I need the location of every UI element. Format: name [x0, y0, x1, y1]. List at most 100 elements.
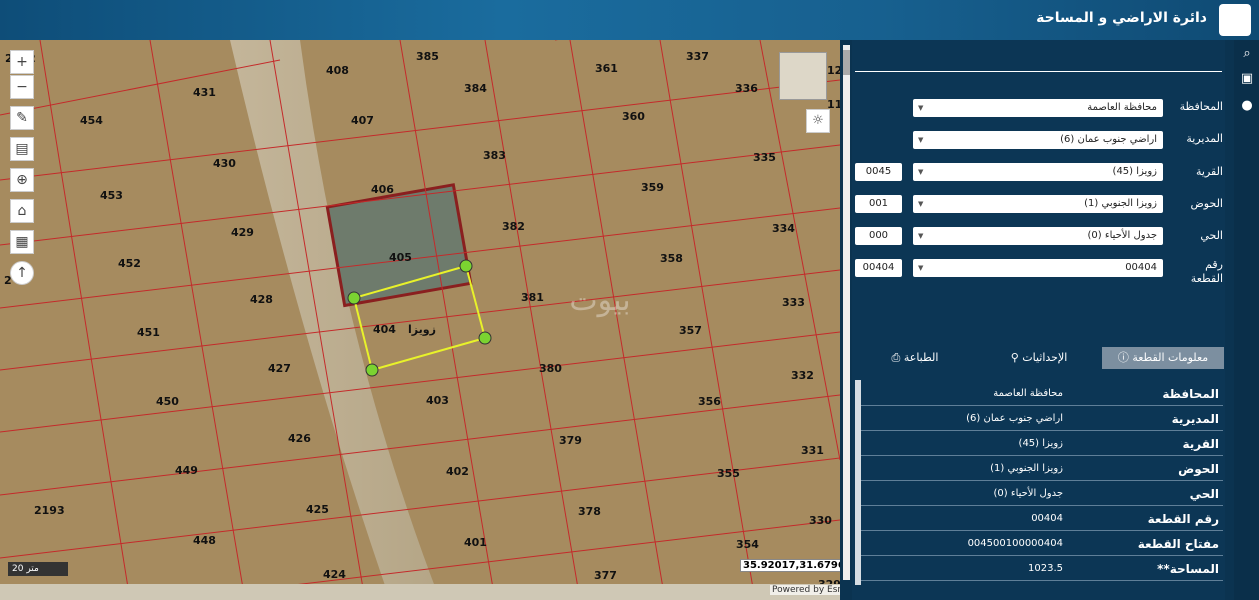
parcel-label: 361 [595, 62, 618, 75]
parcel-label: 403 [426, 394, 449, 407]
parcel-label: 379 [559, 434, 582, 447]
tab-print[interactable]: الطباعة ⎙ [855, 347, 975, 369]
field-label: المحافظة [1179, 100, 1223, 113]
home-icon[interactable]: ⌂ [10, 199, 34, 223]
chart-icon[interactable]: ▦ [10, 230, 34, 254]
tab-label: الإحداثيات [1022, 351, 1068, 364]
parcel-label: 454 [80, 114, 103, 127]
info-row: القرية زويزا (45) [861, 432, 1223, 456]
chevron-down-icon: ▼ [918, 168, 924, 176]
parcel-label: 357 [679, 324, 702, 337]
directorate-select[interactable]: اراضي جنوب عمان (6) ▼ [913, 131, 1163, 149]
select-value: جدول الأحياء (0) [1087, 230, 1158, 241]
info-value: 004500100000404 [967, 538, 1063, 549]
map-canvas[interactable]: 2202408385337123614313843361145440736043… [0, 40, 840, 600]
info-row: المحافظة محافظة العاصمة [861, 382, 1223, 406]
neighborhood-select[interactable]: جدول الأحياء (0) ▼ [913, 227, 1163, 245]
parcel-label: 334 [772, 222, 795, 235]
tab-label: معلومات القطعة [1132, 351, 1209, 364]
scrollbar[interactable] [843, 45, 850, 580]
field-label: الحوض [1190, 197, 1224, 210]
map-view[interactable]: 2202408385337123614313843361145440736043… [0, 40, 840, 600]
parcel-label: 359 [641, 181, 664, 194]
info-key: المديرية [1171, 412, 1219, 426]
parcel-label: 427 [268, 362, 291, 375]
village-select[interactable]: زويزا (45) ▼ [913, 163, 1163, 181]
parcel-label: 358 [660, 252, 683, 265]
vertex-marker[interactable] [365, 363, 379, 377]
pencil-icon[interactable]: ✎ [10, 106, 34, 130]
vertex-marker[interactable] [347, 291, 361, 305]
zoom-out-icon[interactable]: − [10, 75, 34, 99]
parcel-label: 335 [753, 151, 776, 164]
tab-coordinates[interactable]: الإحداثيات ⚲ [980, 347, 1098, 369]
info-key: الحي [1189, 487, 1219, 501]
parcel-label: 12 [827, 64, 840, 77]
parcel-label: 430 [213, 157, 236, 170]
info-row: المديرية اراضي جنوب عمان (6) [861, 407, 1223, 431]
zoom-in-icon[interactable]: + [10, 50, 34, 74]
parcel-label: 402 [446, 465, 469, 478]
select-value: زويزا الجنوبي (1) [1084, 198, 1157, 209]
overview-map[interactable] [779, 52, 827, 100]
attribution[interactable]: Powered by Esri [770, 585, 846, 595]
info-key: مفتاح القطعة [1137, 537, 1219, 551]
app-title: دائرة الاراضي و المساحة [1036, 10, 1207, 26]
tab-parcel-info[interactable]: معلومات القطعة ⓘ [1102, 347, 1224, 369]
parcel-label: 428 [250, 293, 273, 306]
village-code-input[interactable]: 0045 [855, 163, 902, 181]
select-value: اراضي جنوب عمان (6) [1060, 134, 1157, 145]
watermark: بيوت [569, 283, 630, 318]
parcel-label: 384 [464, 82, 487, 95]
field-label: رقم القطعة [1190, 258, 1223, 285]
search-icon[interactable]: ⌕ [1238, 45, 1256, 63]
sun-icon[interactable]: ☼ [806, 109, 830, 133]
app-header: دائرة الاراضي و المساحة [0, 0, 1259, 40]
vertex-marker[interactable] [478, 331, 492, 345]
info-value: محافظة العاصمة [993, 388, 1063, 399]
parcel-label: 452 [118, 257, 141, 270]
parcel-label: 2193 [34, 504, 65, 517]
info-row: رقم القطعة 00404 [861, 507, 1223, 531]
parcel-label: 451 [137, 326, 160, 339]
vertex-marker[interactable] [459, 259, 473, 273]
parcel-label: 337 [686, 50, 709, 63]
parcel-label: 336 [735, 82, 758, 95]
parcel-label: 385 [416, 50, 439, 63]
location-icon[interactable]: ● [1238, 97, 1256, 115]
layers-icon[interactable]: ▣ [1238, 70, 1256, 88]
parcel-label: 448 [193, 534, 216, 547]
info-value: اراضي جنوب عمان (6) [966, 413, 1063, 424]
chevron-down-icon: ▼ [918, 200, 924, 208]
parcel-code-input[interactable]: 00404 [855, 259, 902, 277]
building [325, 183, 473, 308]
chevron-down-icon: ▼ [918, 136, 924, 144]
parcel-label: 405 [389, 251, 412, 264]
parcel-label: 377 [594, 569, 617, 582]
info-key: المحافظة [1162, 387, 1219, 401]
tab-label: الطباعة [903, 351, 939, 364]
chevron-down-icon: ▼ [918, 104, 924, 112]
parcel-label: 333 [782, 296, 805, 309]
select-value: 00404 [1125, 262, 1157, 273]
basin-code-input[interactable]: 001 [855, 195, 902, 213]
pin-icon: ⚲ [1010, 351, 1019, 364]
parcel-label: 332 [791, 369, 814, 382]
measure-icon[interactable]: ▤ [10, 137, 34, 161]
chevron-down-icon: ▼ [918, 232, 924, 240]
info-key: رقم القطعة [1147, 512, 1219, 526]
scrollbar-thumb[interactable] [843, 50, 850, 75]
parcel-label: 380 [539, 362, 562, 375]
map-bottom-strip [0, 584, 840, 600]
basin-select[interactable]: زويزا الجنوبي (1) ▼ [913, 195, 1163, 213]
parcel-label: 381 [521, 291, 544, 304]
info-value: زويزا (45) [1018, 438, 1063, 449]
locate-icon[interactable]: ⊕ [10, 168, 34, 192]
scale-bar: 20 متر [8, 562, 68, 576]
parcel-label: 355 [717, 467, 740, 480]
neighborhood-code-input[interactable]: 000 [855, 227, 902, 245]
governorate-select[interactable]: محافظة العاصمة ▼ [913, 99, 1163, 117]
parcel-number-select[interactable]: 00404 ▼ [913, 259, 1163, 277]
compass-icon[interactable]: ↑ [10, 261, 34, 285]
info-row: الحوض زويزا الجنوبي (1) [861, 457, 1223, 481]
